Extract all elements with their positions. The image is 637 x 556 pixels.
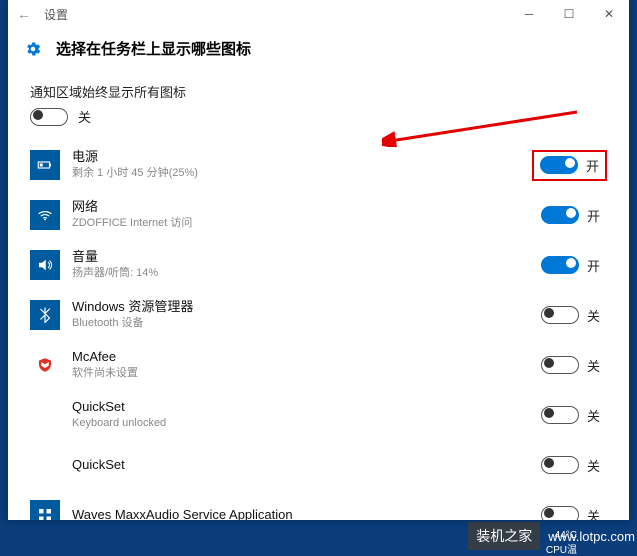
- item-title: McAfee: [72, 349, 541, 366]
- battery-icon: [30, 150, 60, 180]
- item-toggle-state: 开: [587, 206, 600, 225]
- titlebar-title: 设置: [40, 6, 509, 23]
- mcafee-icon: [30, 350, 60, 380]
- master-toggle-row: 关: [30, 107, 607, 126]
- master-toggle-label: 通知区域始终显示所有图标: [30, 82, 607, 101]
- item-toggle-group: 关: [541, 406, 607, 425]
- titlebar: ← 设置 ─ ☐ ✕: [8, 0, 629, 28]
- watermark-url: www.lotpc.com: [540, 529, 635, 544]
- item-texts: Windows 资源管理器Bluetooth 设备: [72, 299, 541, 330]
- item-texts: Waves MaxxAudio Service Application: [72, 507, 541, 520]
- maximize-button[interactable]: ☐: [549, 0, 589, 28]
- item-texts: QuickSet: [72, 457, 541, 474]
- minimize-button[interactable]: ─: [509, 0, 549, 28]
- highlighted-toggle: 开: [532, 150, 607, 181]
- item-title: Waves MaxxAudio Service Application: [72, 507, 541, 520]
- list-item: McAfee软件尚未设置 关: [30, 340, 607, 390]
- list-item: 电源剩余 1 小时 45 分钟(25%) 开: [30, 140, 607, 190]
- list-item: QuickSet 关: [30, 440, 607, 490]
- watermark-label: 装机之家: [468, 522, 540, 550]
- blank-icon: [30, 400, 60, 430]
- item-title: QuickSet: [72, 457, 541, 474]
- list-item: QuickSetKeyboard unlocked 关: [30, 390, 607, 440]
- item-title: Windows 资源管理器: [72, 299, 541, 316]
- speaker-icon: [30, 250, 60, 280]
- bluetooth-icon: [30, 300, 60, 330]
- item-toggle-state: 开: [586, 156, 599, 175]
- item-toggle-state: 开: [587, 256, 600, 275]
- wifi-icon: [30, 200, 60, 230]
- page-title: 选择在任务栏上显示哪些图标: [56, 38, 251, 59]
- item-toggle-group: 关: [541, 306, 607, 325]
- item-texts: QuickSetKeyboard unlocked: [72, 399, 541, 430]
- list-item: Windows 资源管理器Bluetooth 设备 关: [30, 290, 607, 340]
- item-toggle[interactable]: [541, 306, 579, 324]
- item-texts: 音量扬声器/听筒: 14%: [72, 249, 541, 280]
- item-toggle[interactable]: [541, 206, 579, 224]
- item-toggle[interactable]: [541, 406, 579, 424]
- item-title: QuickSet: [72, 399, 541, 416]
- icon-list: 电源剩余 1 小时 45 分钟(25%)开网络ZDOFFICE Internet…: [30, 140, 607, 520]
- waves-icon: [30, 500, 60, 520]
- blank-icon: [30, 450, 60, 480]
- item-toggle[interactable]: [540, 156, 578, 174]
- page-header: 选择在任务栏上显示哪些图标: [8, 28, 629, 72]
- item-toggle[interactable]: [541, 506, 579, 520]
- item-toggle-state: 关: [587, 306, 600, 325]
- item-toggle[interactable]: [541, 356, 579, 374]
- item-toggle-state: 关: [587, 406, 600, 425]
- item-subtitle: Bluetooth 设备: [72, 316, 541, 330]
- item-texts: McAfee软件尚未设置: [72, 349, 541, 380]
- item-subtitle: Keyboard unlocked: [72, 416, 541, 430]
- item-toggle-state: 关: [587, 506, 600, 521]
- item-toggle-state: 关: [587, 356, 600, 375]
- master-toggle-state: 关: [78, 107, 91, 126]
- item-subtitle: 剩余 1 小时 45 分钟(25%): [72, 166, 532, 180]
- item-subtitle: 软件尚未设置: [72, 366, 541, 380]
- item-toggle-group: 关: [541, 456, 607, 475]
- watermark: 装机之家 www.lotpc.com: [468, 522, 635, 550]
- close-button[interactable]: ✕: [589, 0, 629, 28]
- back-button[interactable]: ←: [8, 6, 40, 22]
- item-toggle-group: 关: [541, 506, 607, 521]
- content-body: 通知区域始终显示所有图标 关 电源剩余 1 小时 45 分钟(25%)开网络ZD…: [8, 72, 629, 520]
- item-subtitle: ZDOFFICE Internet 访问: [72, 216, 541, 230]
- item-title: 电源: [72, 149, 532, 166]
- item-toggle-group: 开: [541, 206, 607, 225]
- item-subtitle: 扬声器/听筒: 14%: [72, 266, 541, 280]
- list-item: 音量扬声器/听筒: 14% 开: [30, 240, 607, 290]
- item-title: 网络: [72, 199, 541, 216]
- item-toggle[interactable]: [541, 456, 579, 474]
- list-item: Waves MaxxAudio Service Application 关: [30, 490, 607, 520]
- item-texts: 网络ZDOFFICE Internet 访问: [72, 199, 541, 230]
- gear-icon: [24, 40, 42, 58]
- list-item: 网络ZDOFFICE Internet 访问 开: [30, 190, 607, 240]
- settings-window: ← 设置 ─ ☐ ✕ 选择在任务栏上显示哪些图标 通知区域始终显示所有图标 关 …: [8, 0, 629, 520]
- item-toggle[interactable]: [541, 256, 579, 274]
- item-toggle-group: 关: [541, 356, 607, 375]
- item-toggle-state: 关: [587, 456, 600, 475]
- item-texts: 电源剩余 1 小时 45 分钟(25%): [72, 149, 532, 180]
- item-title: 音量: [72, 249, 541, 266]
- item-toggle-group: 开: [541, 256, 607, 275]
- master-toggle[interactable]: [30, 108, 68, 126]
